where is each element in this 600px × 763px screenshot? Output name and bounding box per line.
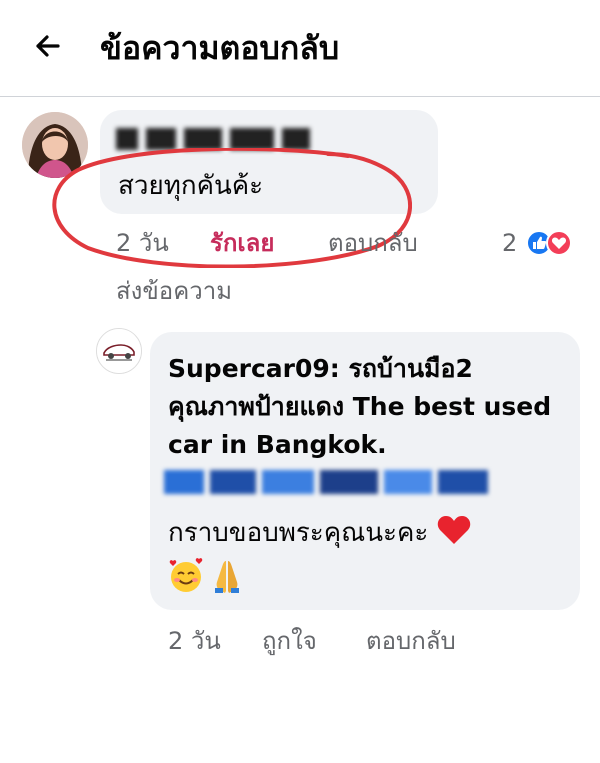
top-bar: ข้อความตอบกลับ bbox=[0, 0, 600, 97]
comment-bubble: สวยทุกคันค้ะ bbox=[100, 110, 438, 214]
thanks-text-content: กราบขอบพระคุณนะคะ bbox=[168, 518, 429, 548]
love-reaction-icon bbox=[546, 230, 572, 256]
reaction-count: 2 bbox=[502, 229, 518, 257]
link-redacted bbox=[164, 470, 494, 500]
folded-hands-icon bbox=[215, 561, 240, 593]
love-reaction-button[interactable]: รักเลย bbox=[210, 226, 274, 260]
reply-button[interactable]: ตอบกลับ bbox=[328, 226, 418, 260]
thanks-text: กราบขอบพระคุณนะคะ bbox=[168, 514, 471, 552]
arrow-left-icon bbox=[36, 35, 60, 57]
author-name-redacted bbox=[116, 128, 318, 158]
send-message-link[interactable]: ส่งข้อความ bbox=[116, 274, 232, 308]
red-heart-icon bbox=[437, 516, 470, 544]
reply-to-reply-button[interactable]: ตอบกลับ bbox=[366, 624, 456, 658]
reply-time: 2 วัน bbox=[168, 627, 221, 655]
like-button[interactable]: ถูกใจ bbox=[262, 624, 317, 658]
smiling-face-with-hearts-icon bbox=[169, 558, 203, 592]
page-avatar[interactable] bbox=[96, 328, 142, 374]
back-button[interactable] bbox=[28, 26, 68, 66]
reply-author-text: Supercar09: รถบ้านมือ2 คุณภาพป้ายแดง The… bbox=[168, 354, 552, 459]
avatar[interactable] bbox=[22, 112, 88, 178]
comment-time: 2 วัน bbox=[116, 229, 169, 257]
emoji-line bbox=[168, 558, 245, 598]
reply-bubble: Supercar09: รถบ้านมือ2 คุณภาพป้ายแดง The… bbox=[150, 332, 580, 610]
comment-text: สวยทุกคันค้ะ bbox=[118, 171, 264, 201]
page-title: ข้อความตอบกลับ bbox=[100, 29, 340, 67]
